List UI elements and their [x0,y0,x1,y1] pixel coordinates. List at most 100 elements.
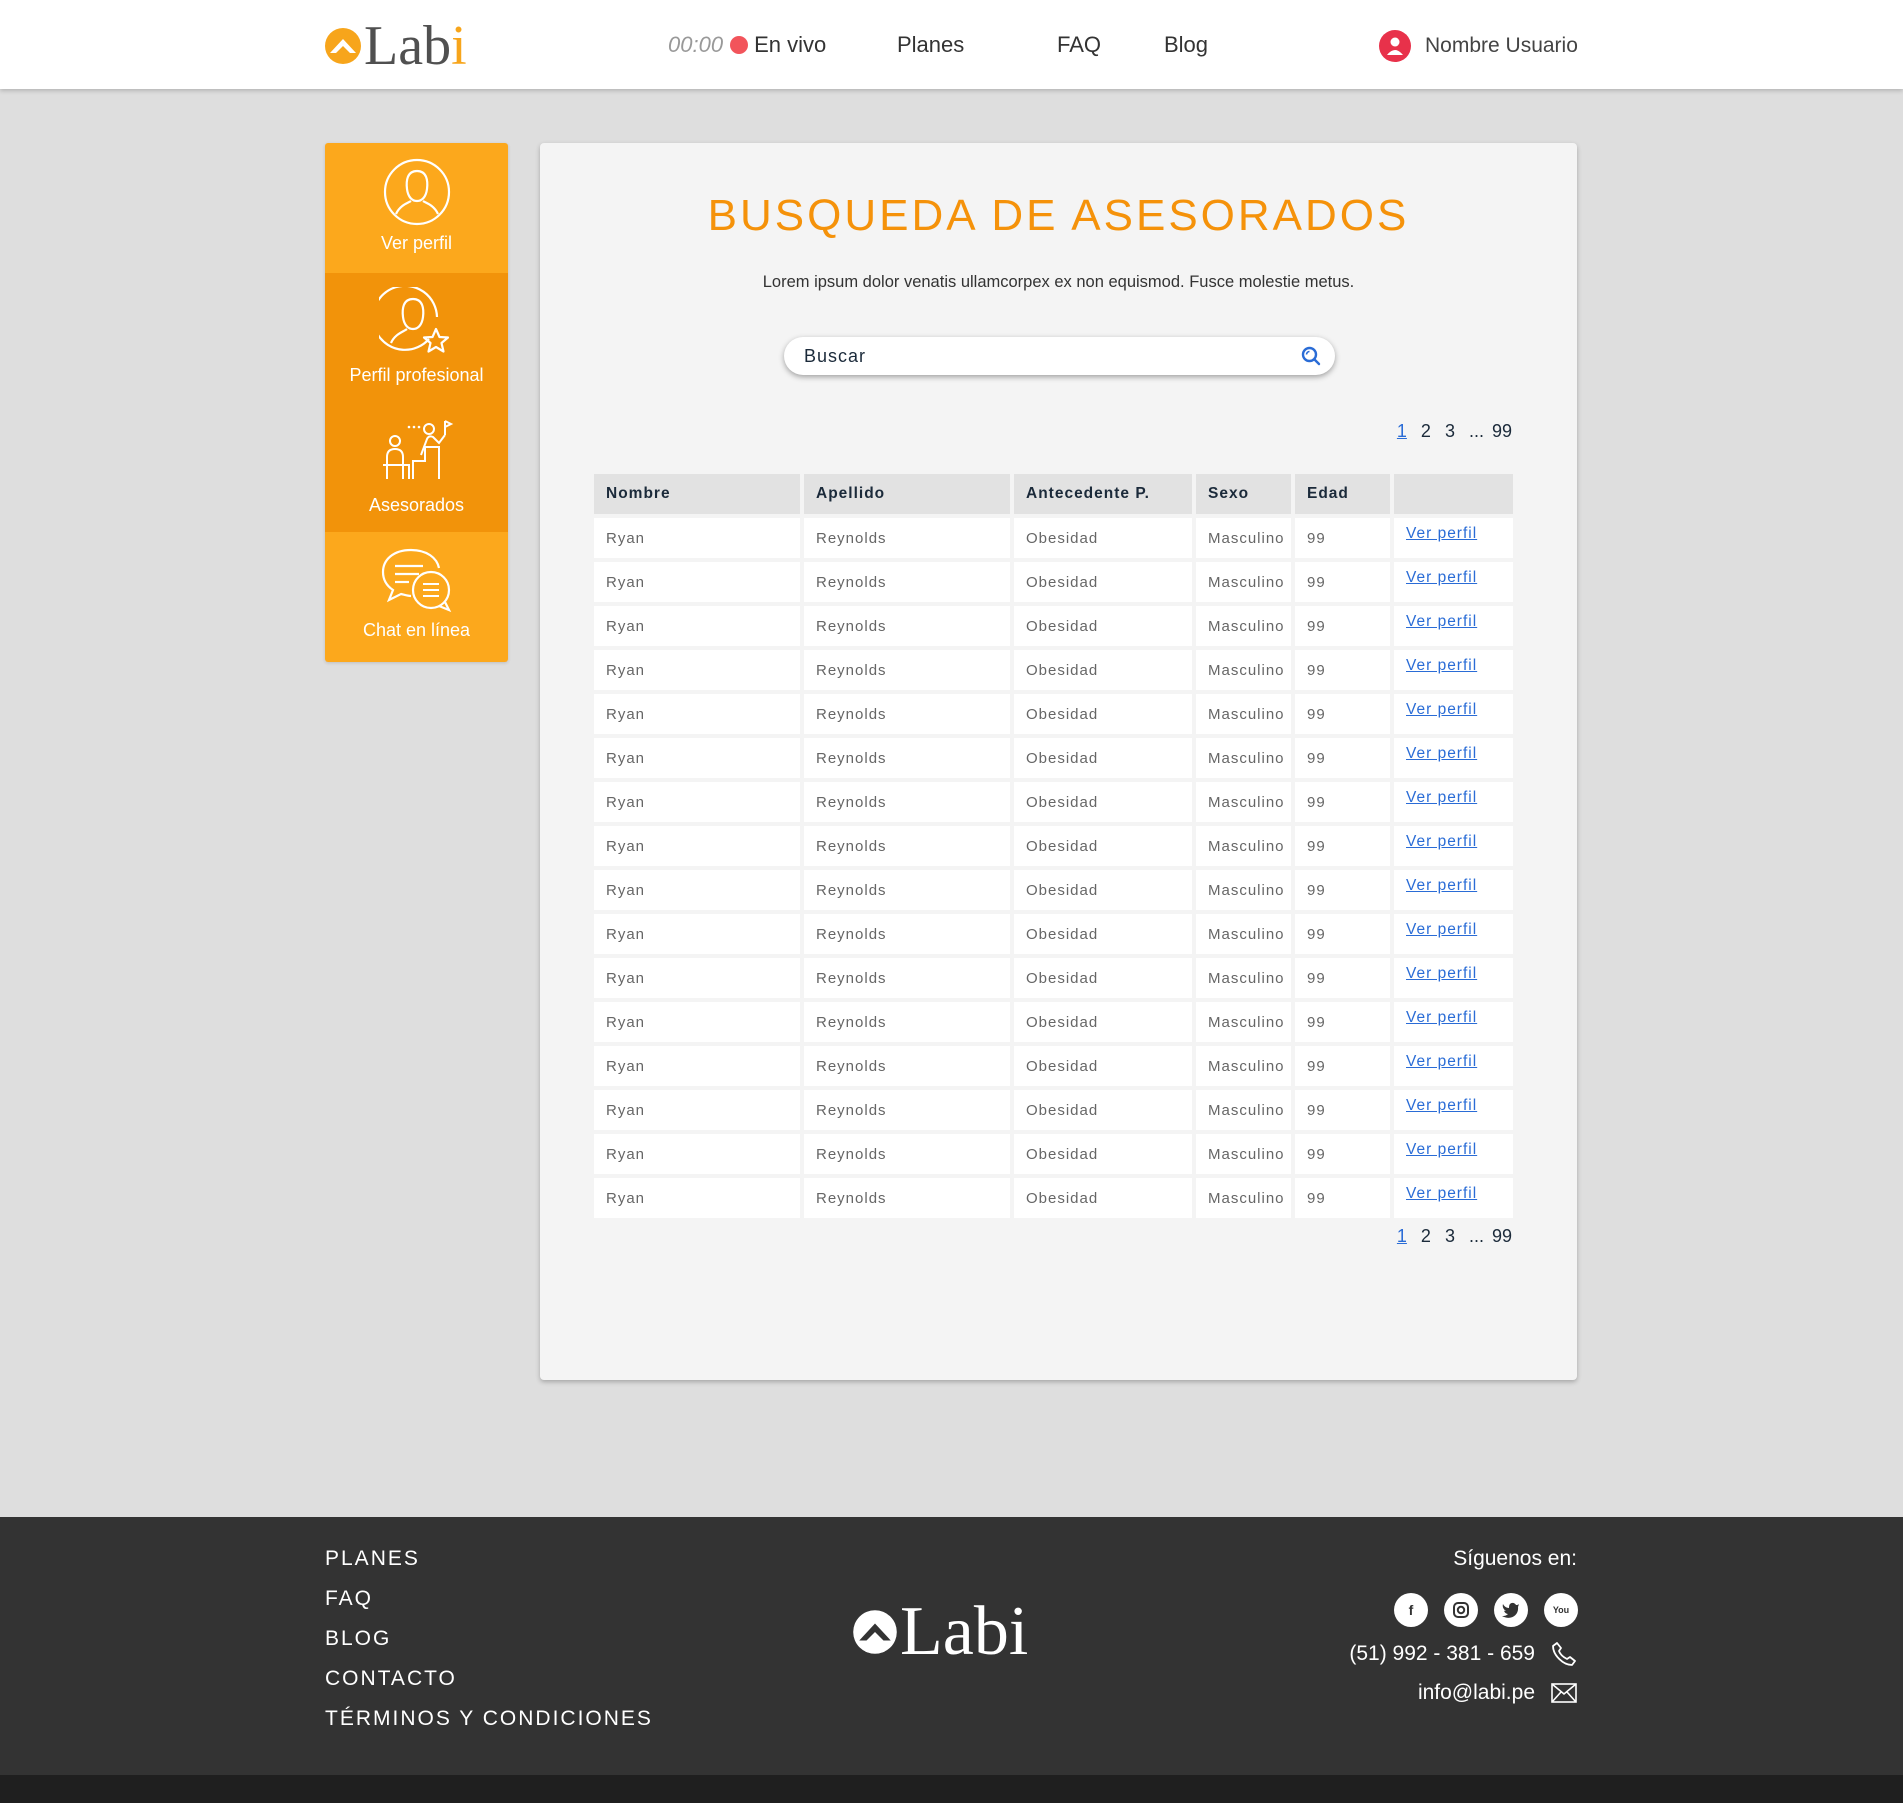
sidebar-item-chat[interactable]: Chat en línea [325,532,508,662]
footer-logo[interactable]: Labi [852,1597,1028,1667]
cell-nombre: Ryan [594,1134,800,1174]
follow-label: Síguenos en: [1453,1547,1577,1570]
ver-perfil-link[interactable]: Ver perfil [1406,525,1477,542]
table-header-row: Nombre Apellido Antecedente P. Sexo Edad [594,474,1513,514]
cell-sexo: Masculino [1196,1002,1291,1042]
sidebar-item-asesorados[interactable]: Asesorados [325,402,508,533]
cell-sexo: Masculino [1196,606,1291,646]
cell-action: Ver perfil [1394,1134,1513,1174]
ver-perfil-link[interactable]: Ver perfil [1406,789,1477,806]
cell-apellido: Reynolds [804,1178,1010,1218]
page-3-link[interactable]: 3 [1445,1226,1455,1247]
cell-apellido: Reynolds [804,958,1010,998]
ver-perfil-link[interactable]: Ver perfil [1406,833,1477,850]
ver-perfil-link[interactable]: Ver perfil [1406,569,1477,586]
cell-apellido: Reynolds [804,1046,1010,1086]
nav-planes[interactable]: Planes [897,32,964,58]
col-nombre: Nombre [594,474,800,514]
table-row: Ryan Reynolds Obesidad Masculino 99 Ver perfi… [594,606,1513,646]
phone-icon [1552,1642,1576,1666]
top-navbar: Labi 00:00 En vivo Planes FAQ Blog Nombr… [0,0,1903,89]
nav-blog[interactable]: Blog [1164,32,1208,58]
user-menu[interactable]: Nombre Usuario [1379,30,1578,62]
cell-nombre: Ryan [594,738,800,778]
footer-link-contacto[interactable]: CONTACTO [325,1667,653,1707]
col-edad: Edad [1295,474,1390,514]
page-2-link[interactable]: 2 [1421,1226,1431,1247]
cell-action: Ver perfil [1394,1090,1513,1130]
table-row: Ryan Reynolds Obesidad Masculino 99 Ver perfi… [594,1134,1513,1174]
page-1-link[interactable]: 1 [1397,421,1407,442]
cell-nombre: Ryan [594,870,800,910]
cell-action: Ver perfil [1394,826,1513,866]
ver-perfil-link[interactable]: Ver perfil [1406,1053,1477,1070]
cell-nombre: Ryan [594,958,800,998]
footer-link-blog[interactable]: BLOG [325,1627,653,1667]
contact-phone[interactable]: (51) 992 - 381 - 659 [1349,1641,1577,1667]
labi-logo-icon [325,28,361,64]
cell-nombre: Ryan [594,1090,800,1130]
cell-antecedente: Obesidad [1014,606,1192,646]
search-input[interactable] [804,345,1301,367]
footer-link-faq[interactable]: FAQ [325,1587,653,1627]
live-label: En vivo [754,32,827,57]
main-card: BUSQUEDA DE ASESORADOS Lorem ipsum dolor… [540,143,1577,1380]
cell-antecedente: Obesidad [1014,870,1192,910]
page-2-link[interactable]: 2 [1421,421,1431,442]
ver-perfil-link[interactable]: Ver perfil [1406,657,1477,674]
cell-edad: 99 [1295,782,1390,822]
cell-antecedente: Obesidad [1014,1134,1192,1174]
page-1-link[interactable]: 1 [1397,1226,1407,1247]
labi-logo-icon [853,1610,897,1654]
sidebar-item-ver-perfil[interactable]: Ver perfil [325,143,508,273]
facebook-icon[interactable]: f [1394,1593,1428,1627]
ver-perfil-link[interactable]: Ver perfil [1406,965,1477,982]
footer-link-planes[interactable]: PLANES [325,1547,653,1587]
twitter-icon[interactable] [1494,1593,1528,1627]
labi-logo[interactable]: Labi [324,18,467,74]
cell-action: Ver perfil [1394,870,1513,910]
ver-perfil-link[interactable]: Ver perfil [1406,1097,1477,1114]
table-row: Ryan Reynolds Obesidad Masculino 99 Ver perfi… [594,738,1513,778]
cell-apellido: Reynolds [804,870,1010,910]
cell-nombre: Ryan [594,562,800,602]
ver-perfil-link[interactable]: Ver perfil [1406,701,1477,718]
cell-action: Ver perfil [1394,562,1513,602]
ver-perfil-link[interactable]: Ver perfil [1406,613,1477,630]
cell-nombre: Ryan [594,782,800,822]
ver-perfil-link[interactable]: Ver perfil [1406,921,1477,938]
ver-perfil-link[interactable]: Ver perfil [1406,745,1477,762]
cell-edad: 99 [1295,914,1390,954]
cell-edad: 99 [1295,1134,1390,1174]
instagram-icon[interactable] [1444,1593,1478,1627]
page-3-link[interactable]: 3 [1445,421,1455,442]
cell-action: Ver perfil [1394,694,1513,734]
cell-edad: 99 [1295,562,1390,602]
ver-perfil-link[interactable]: Ver perfil [1406,877,1477,894]
ver-perfil-link[interactable]: Ver perfil [1406,1141,1477,1158]
live-indicator[interactable]: 00:00 En vivo [668,32,826,58]
sidebar-item-label: Chat en línea [362,620,471,641]
search-icon[interactable] [1301,346,1321,366]
contact-email[interactable]: info@labi.pe [1418,1681,1577,1705]
sidebar-item-perfil-profesional[interactable]: Perfil profesional [325,272,508,403]
page-last-link[interactable]: 99 [1492,421,1512,442]
youtube-icon[interactable]: You [1544,1593,1578,1627]
cell-action: Ver perfil [1394,518,1513,558]
cell-antecedente: Obesidad [1014,562,1192,602]
table-row: Ryan Reynolds Obesidad Masculino 99 Ver perfi… [594,518,1513,558]
nav-faq[interactable]: FAQ [1057,32,1101,58]
page-last-link[interactable]: 99 [1492,1226,1512,1247]
footer-link-terminos[interactable]: TÉRMINOS Y CONDICIONES [325,1707,653,1747]
cell-edad: 99 [1295,694,1390,734]
ver-perfil-link[interactable]: Ver perfil [1406,1009,1477,1026]
table-row: Ryan Reynolds Obesidad Masculino 99 Ver perfi… [594,1046,1513,1086]
cell-apellido: Reynolds [804,518,1010,558]
sidebar: Ver perfil Perfil profesional Asesorados [325,143,508,662]
cell-sexo: Masculino [1196,958,1291,998]
cell-edad: 99 [1295,1046,1390,1086]
footer-bottom-bar [0,1775,1903,1803]
cell-sexo: Masculino [1196,1090,1291,1130]
ver-perfil-link[interactable]: Ver perfil [1406,1185,1477,1202]
cell-sexo: Masculino [1196,1178,1291,1218]
